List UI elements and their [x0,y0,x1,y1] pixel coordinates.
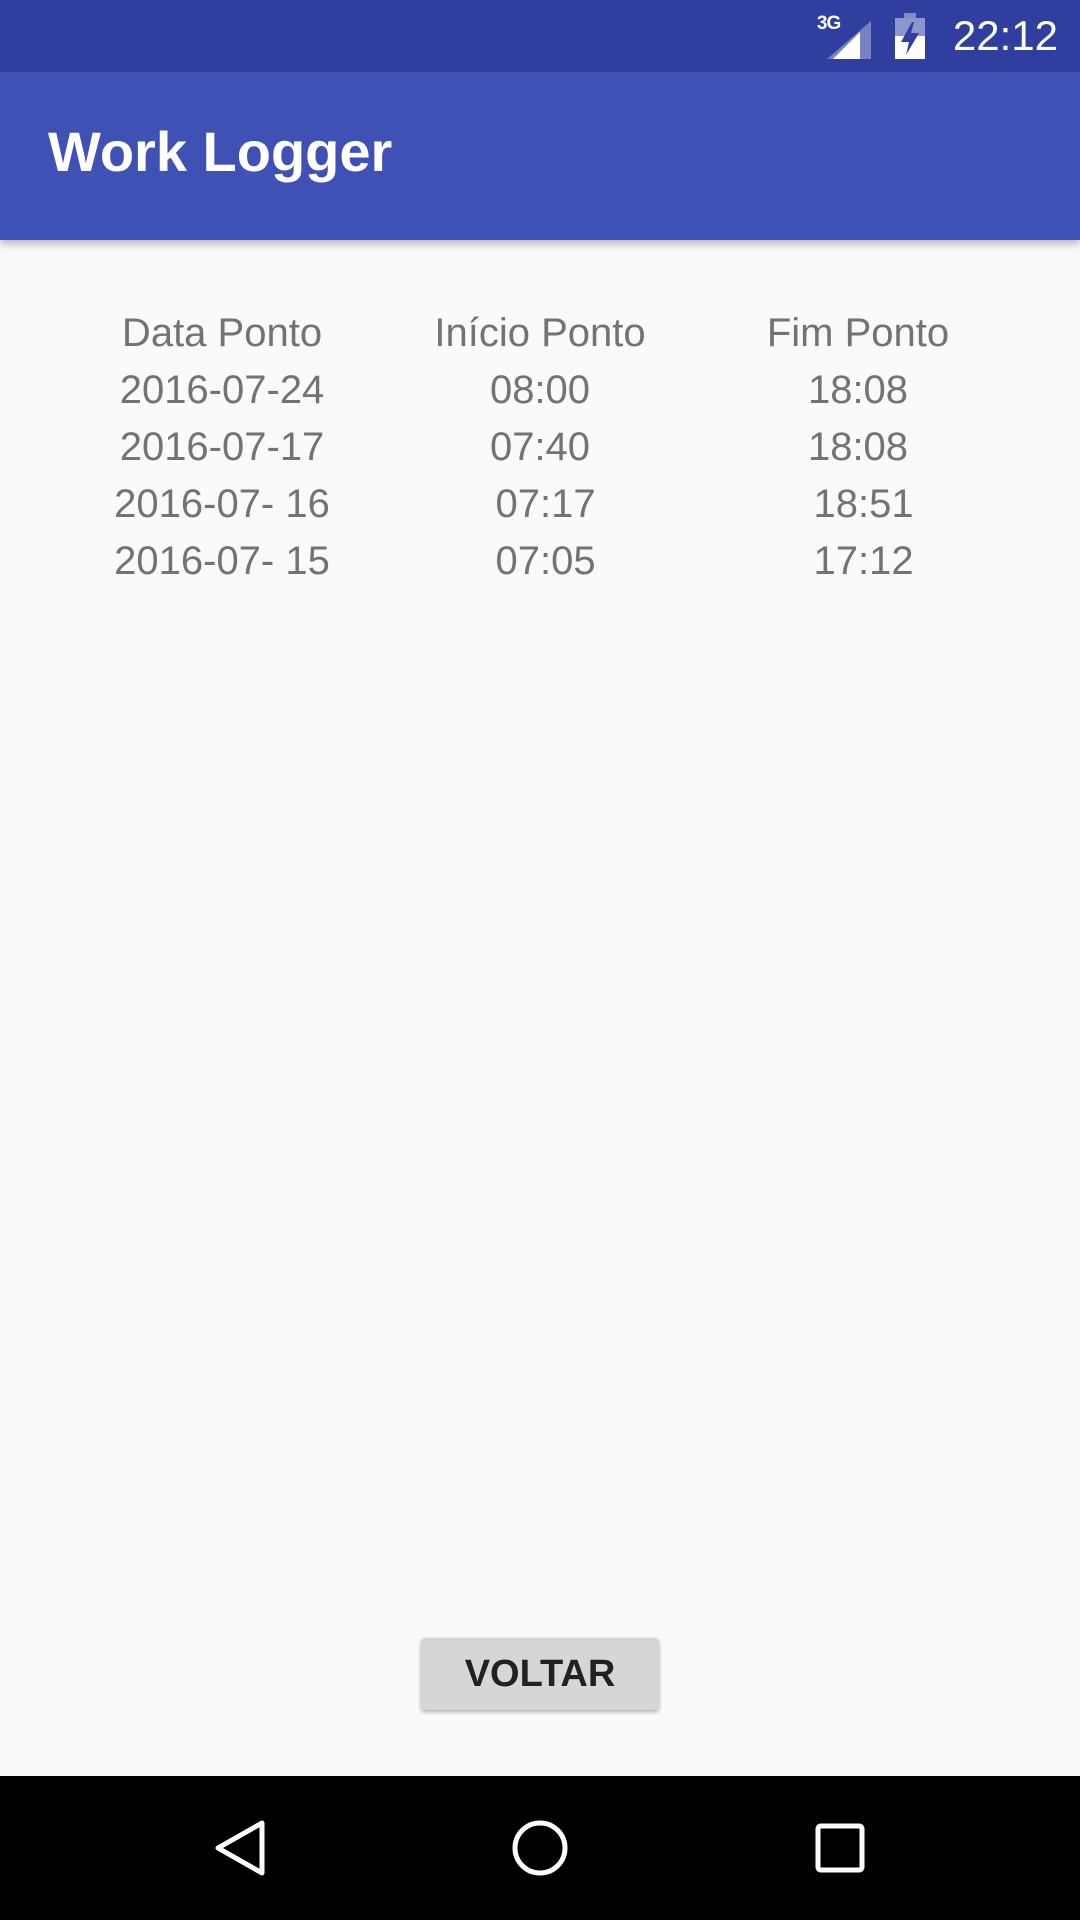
table-row: 2016-07-24 08:00 18:08 [0,362,1080,419]
screen: 3G 22:12 Work Logger Data Ponto Início P… [0,0,1080,1920]
table-row: 2016-07- 15 07:05 17:12 [0,533,1080,590]
cell-date: 2016-07-24 [119,368,325,412]
status-bar: 3G 22:12 [0,0,1080,72]
battery-charging-icon [894,13,925,59]
cell-end-time: 18:51 [802,482,914,526]
app-bar: Work Logger [0,72,1080,240]
cell-date: 2016-07- 15 [114,539,330,583]
cell-start-time: 07:05 [484,539,596,583]
cell-start-time: 08:00 [489,368,591,412]
cell-date: 2016-07- 16 [114,482,330,526]
cell-end-time: 18:08 [807,368,909,412]
cell-end-time: 17:12 [802,539,914,583]
cell-date: 2016-07-17 [119,425,325,469]
cell-start-time: 07:40 [489,425,591,469]
cell-signal-icon [826,21,871,59]
cell-end-time: 18:08 [807,425,909,469]
status-icons: 3G 22:12 [815,0,1058,72]
status-time: 22:12 [952,12,1058,59]
back-button[interactable]: VOLTAR [421,1638,659,1710]
column-header-date: Data Ponto [121,311,323,355]
nav-home-button[interactable] [460,1776,620,1920]
cell-signal-indicator: 3G [815,13,871,59]
table-header-row: Data Ponto Início Ponto Fim Ponto [0,305,1080,362]
column-header-start: Início Ponto [434,311,646,355]
column-header-end: Fim Ponto [766,311,950,355]
app-title: Work Logger [48,120,393,183]
navigation-bar [0,1776,1080,1920]
home-icon [512,1820,568,1876]
nav-recents-button[interactable] [760,1776,920,1920]
nav-back-button[interactable] [160,1776,320,1920]
recents-icon [815,1823,865,1873]
work-log-table: Data Ponto Início Ponto Fim Ponto 2016-0… [0,305,1080,590]
back-icon [215,1820,265,1876]
table-row: 2016-07- 16 07:17 18:51 [0,476,1080,533]
table-row: 2016-07-17 07:40 18:08 [0,419,1080,476]
cell-start-time: 07:17 [484,482,596,526]
